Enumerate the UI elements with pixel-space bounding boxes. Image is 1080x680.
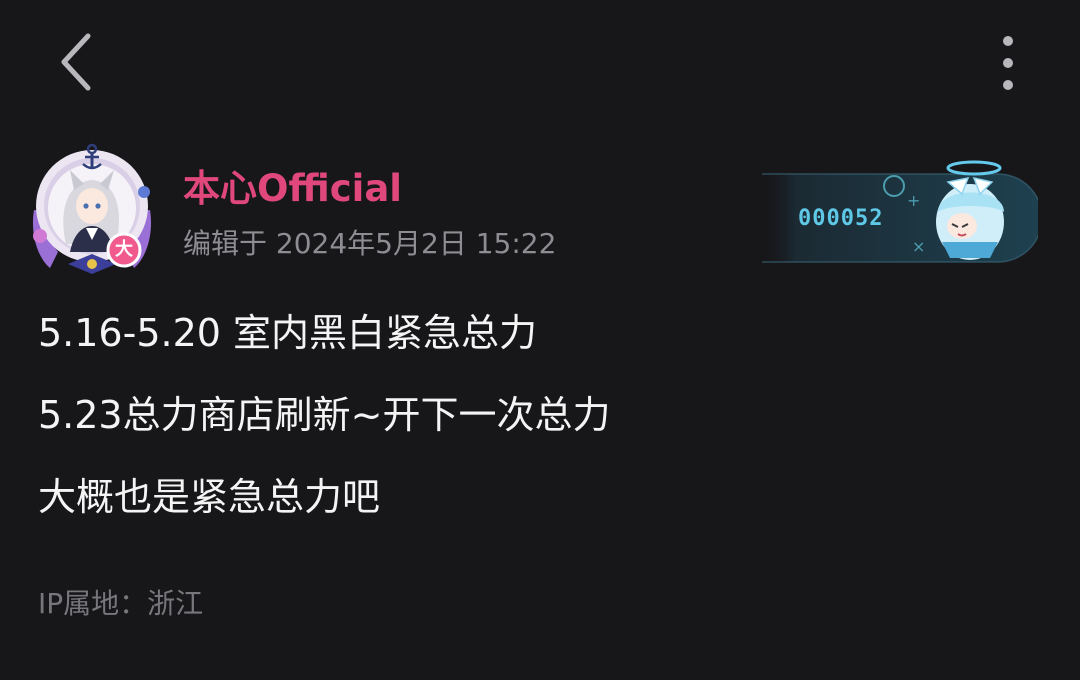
- fan-number: 000052: [798, 206, 884, 231]
- author-avatar[interactable]: 大: [28, 140, 156, 280]
- vip-badge-label: 大: [115, 239, 133, 260]
- svg-text:+: +: [907, 191, 920, 210]
- chevron-left-icon: [61, 33, 91, 91]
- post-content: 5.16-5.20 室内黑白紧急总力 5.23总力商店刷新~开下一次总力 大概也…: [38, 312, 1048, 558]
- vertical-dots-icon: [1003, 36, 1013, 90]
- ip-location-label: IP属地：浙江: [38, 587, 204, 620]
- back-button[interactable]: [48, 30, 104, 94]
- author-name[interactable]: 本心Official: [183, 166, 402, 212]
- post-line: 5.23总力商店刷新~开下一次总力: [38, 393, 611, 437]
- post-line: 大概也是紧急总力吧: [38, 475, 381, 519]
- fan-decoration-card[interactable]: + × × 000052: [762, 160, 1038, 266]
- anchor-icon: [82, 143, 102, 170]
- svg-text:×: ×: [912, 237, 925, 256]
- edit-timestamp: 编辑于 2024年5月2日 15:22: [183, 227, 557, 260]
- more-options-button[interactable]: [986, 30, 1030, 96]
- post-line: 5.16-5.20 室内黑白紧急总力: [38, 311, 538, 355]
